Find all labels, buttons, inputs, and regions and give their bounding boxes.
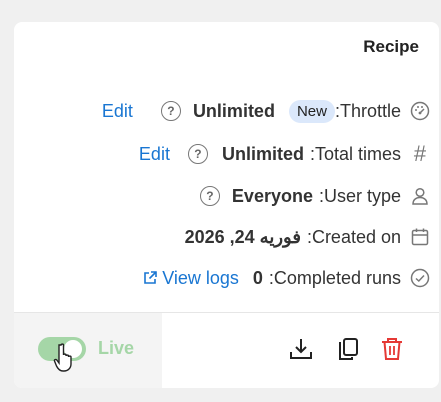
live-toggle-area: Live bbox=[14, 313, 162, 388]
hand-cursor-icon bbox=[52, 343, 78, 378]
view-logs-link[interactable]: View logs bbox=[142, 268, 239, 289]
card-footer: Live bbox=[14, 312, 439, 388]
completed-runs-label: :Completed runs bbox=[268, 267, 401, 288]
copy-button[interactable] bbox=[334, 335, 362, 363]
gauge-icon bbox=[409, 100, 431, 122]
external-link-icon bbox=[142, 270, 158, 286]
throttle-row: Edit ? Unlimited New :Throttle bbox=[102, 96, 431, 126]
download-icon bbox=[288, 336, 314, 362]
throttle-value: Unlimited bbox=[192, 100, 275, 121]
total-times-edit-link[interactable]: Edit bbox=[139, 144, 170, 165]
throttle-edit-link[interactable]: Edit bbox=[102, 101, 133, 122]
new-badge: New bbox=[288, 99, 335, 123]
question-icon[interactable]: ? bbox=[199, 186, 220, 206]
created-on-row: فوريه 24, 2026 :Created on bbox=[185, 222, 431, 252]
completed-runs-value: 0 bbox=[252, 267, 263, 288]
live-label: Live bbox=[98, 338, 135, 358]
delete-button[interactable] bbox=[378, 335, 406, 363]
total-times-value: Unlimited bbox=[221, 143, 304, 164]
download-button[interactable] bbox=[287, 335, 315, 363]
card-title: Recipe bbox=[363, 37, 419, 56]
question-icon[interactable]: ? bbox=[160, 101, 181, 121]
total-times-label: :Total times bbox=[309, 143, 401, 164]
calendar-icon bbox=[409, 226, 431, 248]
view-logs-label: View logs bbox=[162, 267, 239, 288]
recipe-card: Recipe Edit ? Unlimited New :Throttle Ed… bbox=[14, 22, 439, 388]
total-times-row: Edit ? Unlimited :Total times # bbox=[139, 139, 431, 169]
question-icon[interactable]: ? bbox=[187, 144, 208, 164]
trash-icon bbox=[379, 336, 405, 362]
user-type-label: :User type bbox=[318, 185, 401, 206]
hash-icon: # bbox=[413, 141, 427, 166]
user-icon bbox=[409, 185, 431, 207]
copy-icon bbox=[335, 336, 361, 362]
user-type-row: ? Everyone :User type bbox=[199, 181, 431, 211]
throttle-label: :Throttle bbox=[334, 100, 401, 121]
check-circle-icon bbox=[409, 267, 431, 289]
created-on-label: :Created on bbox=[306, 226, 401, 247]
user-type-value: Everyone bbox=[231, 185, 313, 206]
created-on-value: فوريه 24, 2026 bbox=[184, 226, 301, 247]
completed-runs-row: View logs 0 :Completed runs bbox=[142, 263, 431, 293]
